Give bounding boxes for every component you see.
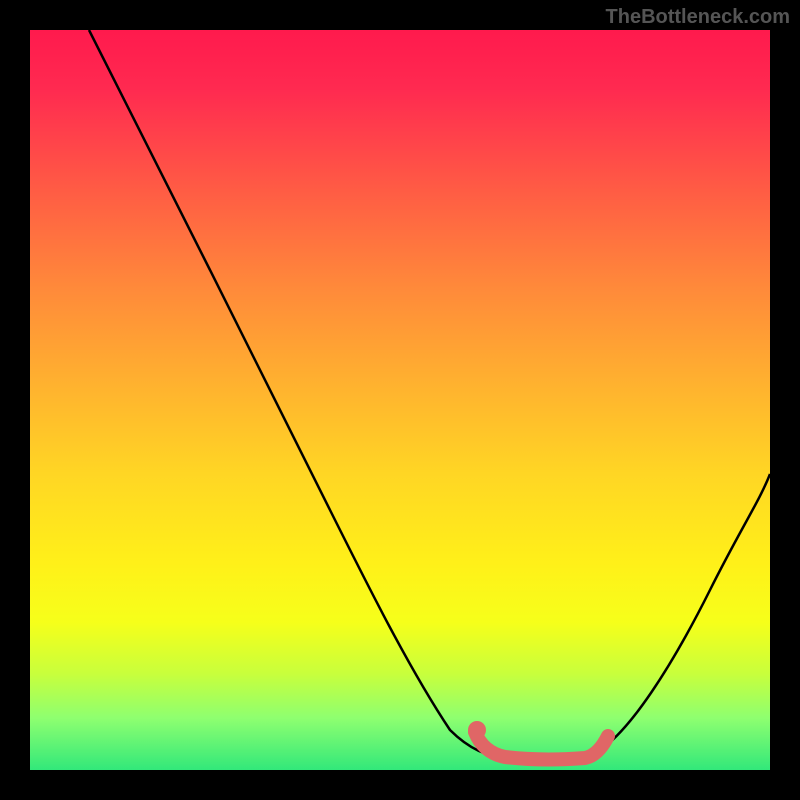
highlight-segment	[475, 732, 608, 759]
watermark-label: TheBottleneck.com	[606, 6, 790, 29]
bottleneck-curve	[89, 30, 770, 759]
plot-area	[30, 30, 770, 770]
chart-container: TheBottleneck.com	[0, 0, 800, 800]
curve-svg	[30, 30, 770, 770]
highlight-start-dot	[468, 721, 486, 739]
